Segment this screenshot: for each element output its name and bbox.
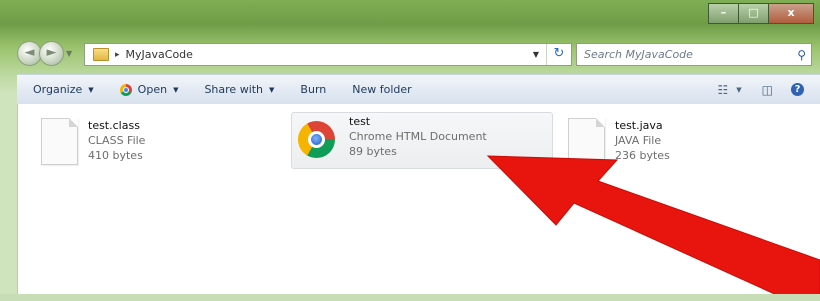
red-arrow-annotation: [486, 155, 820, 301]
arrow-pointer-icon: [486, 155, 820, 301]
window-bottom-border: [0, 294, 820, 301]
explorer-window: – □ x ◄ ► ▼ ▸ MyJavaCode ▼ ↻ Search MyJa…: [0, 0, 820, 301]
